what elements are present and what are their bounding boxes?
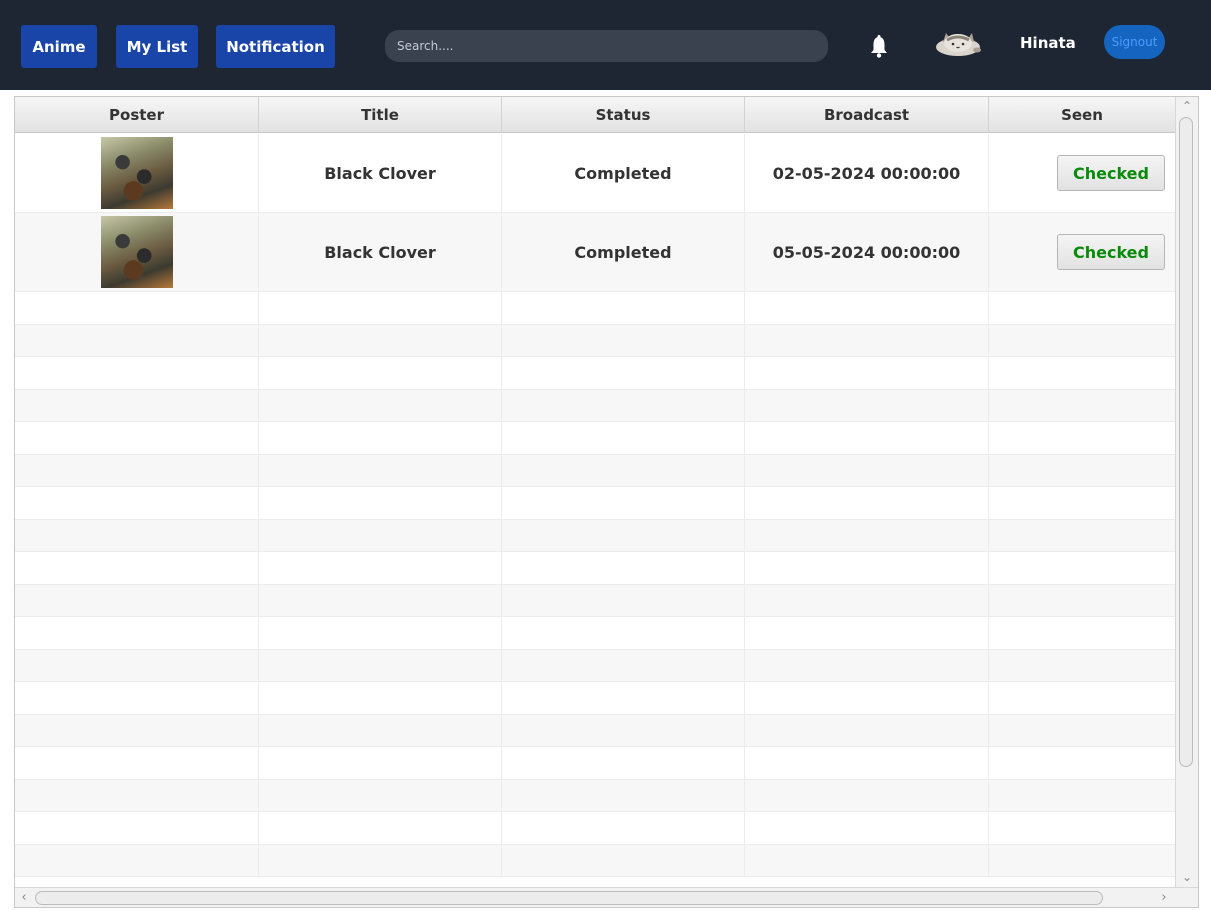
watch-list-table: Poster Title Status Broadcast Seen Black… [14,96,1199,908]
top-navigation-bar: Anime My List Notification Hinata Signou… [0,0,1211,90]
search-input[interactable] [385,30,828,62]
empty-row [15,487,1175,520]
broadcast-cell: 05-05-2024 00:00:00 [745,213,989,291]
column-header-seen[interactable]: Seen [989,97,1175,133]
checked-button[interactable]: Checked [1057,234,1165,270]
horizontal-scrollbar[interactable]: ‹ › [15,887,1198,907]
empty-row [15,747,1175,780]
seen-cell: Checked [989,213,1175,291]
empty-row [15,389,1175,422]
scroll-left-arrow-icon[interactable]: ‹ [17,890,31,906]
anime-poster-image [100,216,173,288]
empty-row [15,617,1175,650]
vertical-scrollbar[interactable]: ⌃ ⌄ [1175,97,1198,887]
scroll-down-arrow-icon[interactable]: ⌄ [1179,870,1195,884]
empty-row [15,519,1175,552]
table-body: Black Clover Completed 02-05-2024 00:00:… [15,134,1175,877]
empty-row [15,844,1175,877]
status-cell: Completed [502,134,745,212]
column-header-title[interactable]: Title [259,97,502,133]
signout-button[interactable]: Signout [1104,25,1165,59]
empty-row [15,422,1175,455]
notification-nav-button[interactable]: Notification [216,25,335,68]
my-list-nav-button[interactable]: My List [116,25,198,68]
empty-row [15,649,1175,682]
vertical-scroll-thumb[interactable] [1179,117,1193,767]
checked-button[interactable]: Checked [1057,155,1165,191]
broadcast-cell: 02-05-2024 00:00:00 [745,134,989,212]
column-header-broadcast[interactable]: Broadcast [745,97,989,133]
empty-row [15,552,1175,585]
anime-poster-image [100,137,173,209]
poster-cell [15,213,259,291]
column-header-status[interactable]: Status [502,97,745,133]
empty-row [15,714,1175,747]
empty-row [15,324,1175,357]
title-cell: Black Clover [259,134,502,212]
seen-cell: Checked [989,134,1175,212]
empty-row [15,682,1175,715]
username-label: Hinata [1020,34,1076,52]
empty-row [15,357,1175,390]
cat-avatar-icon[interactable] [933,28,983,58]
status-cell: Completed [502,213,745,291]
table-row[interactable]: Black Clover Completed 02-05-2024 00:00:… [15,134,1175,213]
empty-row [15,584,1175,617]
bell-icon[interactable] [868,34,890,60]
anime-nav-button[interactable]: Anime [21,25,97,68]
empty-row [15,779,1175,812]
empty-row [15,454,1175,487]
scroll-right-arrow-icon[interactable]: › [1157,890,1171,906]
empty-row [15,812,1175,845]
title-cell: Black Clover [259,213,502,291]
empty-row [15,292,1175,325]
scroll-up-arrow-icon[interactable]: ⌃ [1179,99,1195,113]
poster-cell [15,134,259,212]
column-header-poster[interactable]: Poster [15,97,259,133]
horizontal-scroll-thumb[interactable] [35,891,1103,905]
table-header: Poster Title Status Broadcast Seen [15,97,1175,133]
table-row[interactable]: Black Clover Completed 05-05-2024 00:00:… [15,213,1175,292]
